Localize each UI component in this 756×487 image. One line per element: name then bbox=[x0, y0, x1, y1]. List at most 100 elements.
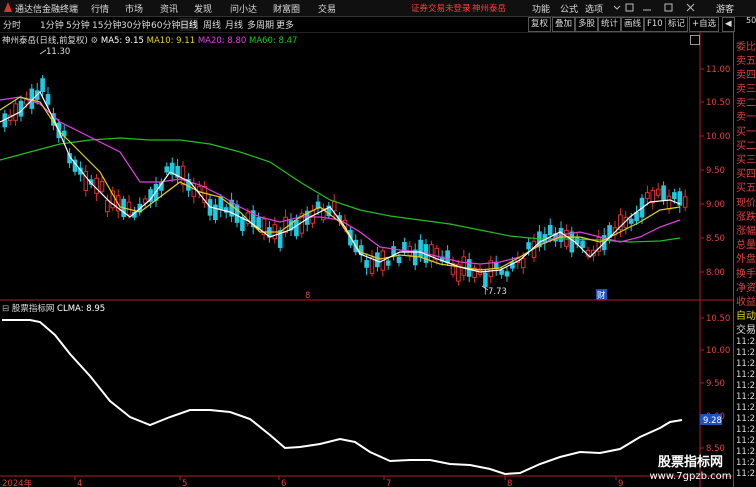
main-y-tick: 9.50 bbox=[706, 166, 725, 176]
menu-options[interactable]: 选项 bbox=[585, 2, 603, 15]
adjust-button[interactable]: 复权 bbox=[528, 17, 552, 32]
candle-body bbox=[40, 78, 45, 92]
auto-label[interactable]: 自动 bbox=[736, 307, 756, 322]
login-alert[interactable]: 证券交易未登录 bbox=[411, 2, 471, 14]
menu-function[interactable]: 功能 bbox=[532, 2, 550, 15]
high-label: 11.30 bbox=[46, 47, 70, 57]
period-15min[interactable]: 15分钟 bbox=[92, 18, 121, 31]
time-label: 6 bbox=[281, 479, 286, 487]
menu-quotes[interactable]: 行情 bbox=[91, 2, 109, 15]
period-30min[interactable]: 30分钟 bbox=[121, 18, 150, 31]
window-minimize-area[interactable] bbox=[641, 2, 701, 16]
menu-formula[interactable]: 公式 bbox=[560, 2, 578, 15]
panel-label: 卖二 bbox=[736, 98, 756, 109]
candle-body bbox=[213, 204, 218, 221]
multi-stock-button[interactable]: 多股 bbox=[575, 17, 599, 32]
f10-button[interactable]: F10 bbox=[644, 17, 666, 32]
panel-label: 外盘 bbox=[736, 254, 756, 265]
trade-label[interactable]: 交易 bbox=[736, 321, 756, 336]
statistics-button[interactable]: 统计 bbox=[598, 17, 622, 32]
indicator-title: 股票指标网 bbox=[11, 304, 55, 314]
period-monthly[interactable]: 月线 bbox=[225, 18, 243, 31]
panel-label: 换手 bbox=[736, 269, 756, 280]
candle-body bbox=[396, 256, 402, 264]
low-label: 7.73 bbox=[488, 287, 507, 297]
collapse-button[interactable]: ◀ bbox=[722, 17, 735, 32]
sub-y-axis: 10.50 10.00 9.50 9.00 8.50 9.28 bbox=[700, 314, 730, 454]
trade-time: 11:25 bbox=[736, 392, 756, 402]
panel-label: 涨跌 bbox=[736, 212, 756, 223]
candle-body bbox=[645, 192, 650, 200]
panel-label: 总量 bbox=[736, 240, 756, 251]
trade-time: 11:25 bbox=[736, 469, 756, 479]
menu-ask[interactable]: 问小达 bbox=[230, 2, 257, 15]
candle-body bbox=[655, 188, 661, 196]
finance-marker: 财 bbox=[597, 290, 606, 301]
candle-body bbox=[499, 269, 504, 275]
sub-y-tick: 10.00 bbox=[706, 346, 730, 356]
user-label[interactable]: 游客 bbox=[716, 2, 734, 15]
menu-wealth-circle[interactable]: 财富圈 bbox=[273, 2, 300, 15]
panel-label: 卖四 bbox=[736, 70, 756, 81]
candle-body bbox=[682, 196, 688, 208]
menu-news[interactable]: 资讯 bbox=[160, 2, 178, 15]
ma20-label: MA20: 8.80 bbox=[197, 36, 247, 46]
candle-body bbox=[105, 199, 110, 213]
chart-expand-icon[interactable] bbox=[690, 35, 700, 45]
panel-label: 买一 bbox=[736, 127, 756, 138]
chart-area[interactable]: 11.00 10.50 10.00 9.50 9.00 8.50 8.00 10… bbox=[0, 32, 733, 487]
window-controls[interactable] bbox=[612, 2, 636, 16]
period-daily[interactable]: 日线 bbox=[180, 18, 199, 31]
period-60min[interactable]: 60分钟 bbox=[151, 18, 180, 31]
period-5min[interactable]: 5分钟 bbox=[66, 18, 90, 31]
main-y-tick: 11.00 bbox=[706, 65, 730, 75]
draw-line-button[interactable]: 画线 bbox=[621, 17, 645, 32]
menu-market[interactable]: 市场 bbox=[125, 2, 143, 15]
candle-body bbox=[493, 261, 499, 270]
settings-icon[interactable]: ⚙ bbox=[91, 36, 99, 46]
main-y-tick: 10.00 bbox=[706, 132, 730, 142]
main-y-axis: 11.00 10.50 10.00 9.50 9.00 8.50 8.00 bbox=[700, 65, 730, 278]
menu-trade[interactable]: 交易 bbox=[318, 2, 336, 15]
candle-body bbox=[18, 100, 24, 117]
time-label: 7 bbox=[386, 479, 391, 487]
main-y-tick: 9.00 bbox=[706, 200, 725, 210]
candle-body bbox=[164, 166, 170, 173]
trade-time: 11:25 bbox=[736, 458, 756, 468]
panel-label: 卖三 bbox=[736, 84, 756, 95]
period-more[interactable]: 更多 bbox=[276, 18, 294, 31]
candle-body bbox=[666, 195, 672, 210]
candlestick-series bbox=[2, 74, 688, 295]
app-name: 通达信金融终端 bbox=[15, 5, 79, 15]
window-dropdown-icon[interactable] bbox=[612, 2, 636, 13]
time-axis: 2024年 4 5 6 7 8 9 bbox=[2, 476, 623, 487]
period-tick[interactable]: 分时 bbox=[3, 18, 21, 31]
add-watchlist-button[interactable]: +自选 bbox=[689, 17, 720, 32]
candle-body bbox=[580, 240, 585, 248]
app-logo-icon bbox=[4, 2, 12, 12]
candle-body bbox=[526, 242, 531, 250]
panel-label: 收益 bbox=[736, 297, 756, 308]
candle-body bbox=[672, 192, 677, 200]
trade-time: 11:25 bbox=[736, 425, 756, 435]
candle-body bbox=[294, 219, 299, 237]
indicator-settings-icon[interactable]: ⊟ bbox=[2, 304, 9, 314]
period-1min[interactable]: 1分钟 bbox=[40, 18, 64, 31]
trade-time: 11:25 bbox=[736, 381, 756, 391]
period-weekly[interactable]: 周线 bbox=[203, 18, 221, 31]
period-multi[interactable]: 多周期 bbox=[247, 18, 274, 31]
candle-body bbox=[418, 239, 423, 258]
sub-y-tick: 10.50 bbox=[706, 314, 730, 324]
candle-body bbox=[256, 217, 261, 229]
current-value-text: 9.28 bbox=[703, 416, 722, 426]
ma5-label: MA5: 9.15 bbox=[100, 36, 144, 46]
mark-button[interactable]: 标记 bbox=[665, 17, 689, 32]
menu-discover[interactable]: 发现 bbox=[194, 2, 212, 15]
trade-time: 11:25 bbox=[736, 436, 756, 446]
watermark: 股票指标网 www.7gpzb.com bbox=[648, 455, 733, 487]
candle-body bbox=[13, 103, 18, 121]
candle-body bbox=[547, 224, 553, 236]
candle-body bbox=[364, 260, 369, 268]
overlay-button[interactable]: 叠加 bbox=[552, 17, 576, 32]
candle-body bbox=[504, 271, 510, 277]
